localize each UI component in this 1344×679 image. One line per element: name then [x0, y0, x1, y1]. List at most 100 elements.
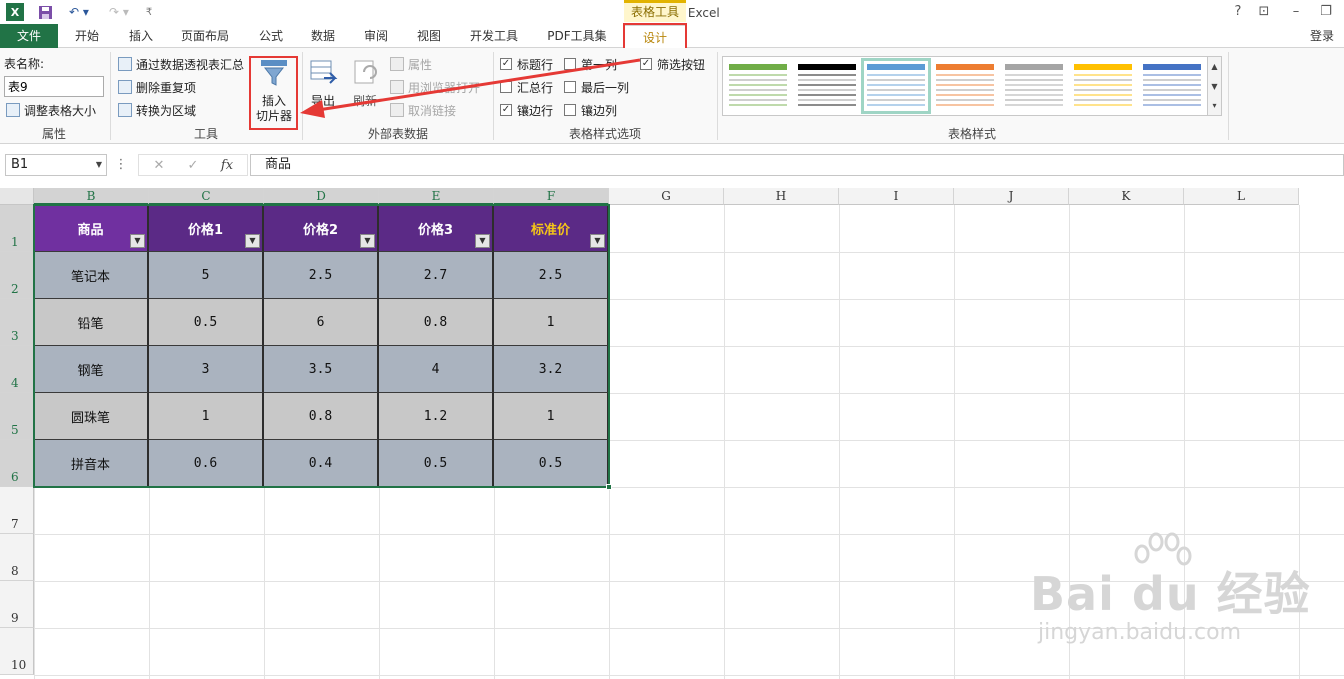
column-header[interactable]: L: [1184, 188, 1299, 205]
table-cell[interactable]: 1: [149, 393, 264, 440]
tab-developer[interactable]: 开发工具: [461, 24, 527, 48]
table-cell[interactable]: 0.5: [494, 440, 609, 487]
open-in-browser-button[interactable]: 用浏览器打开: [390, 77, 480, 97]
pivot-summarize-button[interactable]: 通过数据透视表汇总: [118, 54, 244, 74]
table-cell[interactable]: 5: [149, 252, 264, 299]
more-options-icon[interactable]: ⋮: [114, 154, 128, 176]
tab-home[interactable]: 开始: [64, 24, 110, 48]
filter-button-checkbox[interactable]: ✓ 筛选按钮: [640, 54, 705, 74]
filter-dropdown-icon[interactable]: ▼: [130, 234, 145, 248]
table-style-swatch[interactable]: [796, 62, 858, 110]
gallery-scroll-down-icon[interactable]: ▼: [1207, 77, 1221, 97]
row-header[interactable]: 1: [0, 205, 34, 252]
table-cell[interactable]: 2.5: [264, 252, 379, 299]
table-header-cell[interactable]: 价格2 ▼: [264, 205, 379, 252]
insert-slicer-button[interactable]: 插入 切片器: [252, 58, 296, 124]
column-header[interactable]: K: [1069, 188, 1184, 205]
table-header-cell[interactable]: 标准价 ▼: [494, 205, 609, 252]
insert-function-icon[interactable]: fx: [210, 155, 244, 177]
table-cell[interactable]: 2.7: [379, 252, 494, 299]
tab-file[interactable]: 文件: [0, 24, 58, 48]
tab-formulas[interactable]: 公式: [248, 24, 294, 48]
properties-button[interactable]: 属性: [390, 54, 432, 74]
chevron-down-icon[interactable]: ▼: [96, 155, 102, 175]
table-style-swatch[interactable]: [1072, 62, 1134, 110]
name-box[interactable]: B1 ▼: [5, 154, 107, 176]
row-header[interactable]: 6: [0, 440, 34, 487]
table-cell[interactable]: 1.2: [379, 393, 494, 440]
gallery-scroll-up-icon[interactable]: ▲: [1207, 57, 1221, 77]
tab-view[interactable]: 视图: [406, 24, 452, 48]
column-header[interactable]: I: [839, 188, 954, 205]
banded-rows-checkbox[interactable]: ✓ 镶边行: [500, 100, 553, 120]
filter-dropdown-icon[interactable]: ▼: [245, 234, 260, 248]
column-header[interactable]: H: [724, 188, 839, 205]
worksheet-grid[interactable]: B C D E F G H I J K L 1 2 3 4 5 6 7 8 9 10 商品 ▼ 价格1 ▼ 价格2 ▼ 价格3 ▼ 标准价…: [0, 188, 1344, 679]
filter-dropdown-icon[interactable]: ▼: [590, 234, 605, 248]
select-all-corner[interactable]: [0, 188, 34, 205]
row-header[interactable]: 5: [0, 393, 34, 440]
table-cell[interactable]: 0.4: [264, 440, 379, 487]
tab-page-layout[interactable]: 页面布局: [172, 24, 238, 48]
row-header[interactable]: 8: [0, 534, 34, 581]
tab-review[interactable]: 审阅: [353, 24, 399, 48]
first-column-checkbox[interactable]: 第一列: [564, 54, 617, 74]
login-link[interactable]: 登录: [1310, 24, 1334, 48]
table-cell[interactable]: 钢笔: [34, 346, 149, 393]
table-cell[interactable]: 1: [494, 299, 609, 346]
resize-table-button[interactable]: 调整表格大小: [6, 100, 96, 120]
tab-data[interactable]: 数据: [300, 24, 346, 48]
table-cell[interactable]: 拼音本: [34, 440, 149, 487]
column-header[interactable]: D: [264, 188, 379, 205]
table-cell[interactable]: 0.6: [149, 440, 264, 487]
table-cell[interactable]: 笔记本: [34, 252, 149, 299]
fill-handle[interactable]: [606, 484, 612, 490]
table-cell[interactable]: 0.8: [264, 393, 379, 440]
cancel-entry-icon[interactable]: ✕: [142, 155, 176, 177]
filter-dropdown-icon[interactable]: ▼: [475, 234, 490, 248]
table-name-input[interactable]: [4, 76, 104, 97]
remove-duplicates-button[interactable]: 删除重复项: [118, 77, 196, 97]
table-cell[interactable]: 3.2: [494, 346, 609, 393]
banded-columns-checkbox[interactable]: 镶边列: [564, 100, 617, 120]
table-cell[interactable]: 3.5: [264, 346, 379, 393]
table-header-cell[interactable]: 价格3 ▼: [379, 205, 494, 252]
table-cell[interactable]: 铅笔: [34, 299, 149, 346]
column-header[interactable]: G: [609, 188, 724, 205]
export-button[interactable]: 导出: [306, 58, 340, 109]
table-style-swatch[interactable]: [1141, 62, 1203, 110]
table-header-cell[interactable]: 价格1 ▼: [149, 205, 264, 252]
table-cell[interactable]: 1: [494, 393, 609, 440]
formula-input[interactable]: 商品: [250, 154, 1344, 176]
row-header[interactable]: 4: [0, 346, 34, 393]
column-header[interactable]: B: [34, 188, 149, 205]
confirm-entry-icon[interactable]: ✓: [176, 155, 210, 177]
table-cell[interactable]: 4: [379, 346, 494, 393]
header-row-checkbox[interactable]: ✓ 标题行: [500, 54, 553, 74]
column-header[interactable]: E: [379, 188, 494, 205]
row-header[interactable]: 7: [0, 487, 34, 534]
column-header[interactable]: J: [954, 188, 1069, 205]
table-cell[interactable]: 0.5: [149, 299, 264, 346]
row-header[interactable]: 3: [0, 299, 34, 346]
table-cell[interactable]: 0.5: [379, 440, 494, 487]
unlink-button[interactable]: 取消链接: [390, 100, 456, 120]
convert-to-range-button[interactable]: 转换为区域: [118, 100, 196, 120]
tab-pdf-tools[interactable]: PDF工具集: [536, 24, 618, 48]
last-column-checkbox[interactable]: 最后一列: [564, 77, 629, 97]
ribbon-display-options-icon[interactable]: ⊡: [1252, 2, 1276, 22]
tab-design[interactable]: 设计: [624, 25, 686, 49]
table-cell[interactable]: 2.5: [494, 252, 609, 299]
table-cell[interactable]: 3: [149, 346, 264, 393]
refresh-button[interactable]: 刷新: [348, 58, 382, 109]
table-header-cell[interactable]: 商品 ▼: [34, 205, 149, 252]
table-style-swatch[interactable]: [934, 62, 996, 110]
column-header[interactable]: C: [149, 188, 264, 205]
tab-insert[interactable]: 插入: [118, 24, 164, 48]
table-style-swatch[interactable]: [861, 58, 931, 114]
row-header[interactable]: 9: [0, 581, 34, 628]
table-cell[interactable]: 圆珠笔: [34, 393, 149, 440]
help-button[interactable]: ?: [1226, 2, 1250, 22]
table-cell[interactable]: 0.8: [379, 299, 494, 346]
gallery-more-icon[interactable]: ▾: [1207, 97, 1221, 115]
